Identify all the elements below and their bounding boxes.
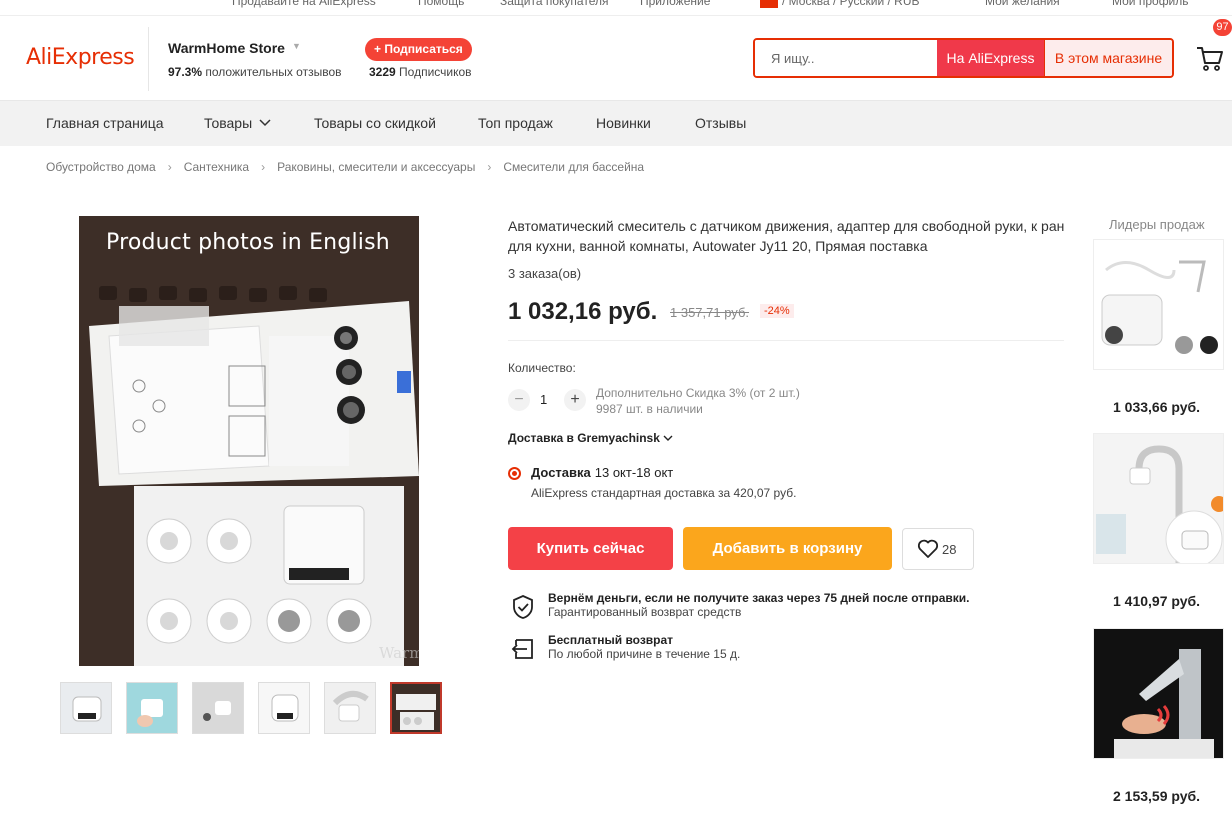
subscribe-button[interactable]: + Подписаться (365, 38, 472, 61)
thumbnail[interactable] (126, 682, 178, 734)
guarantee-title: Вернём деньги, если не получите заказ че… (548, 591, 970, 605)
ship-to-selector[interactable]: Доставка в Gremyachinsk (508, 431, 673, 445)
search-store-button[interactable]: В этом магазине (1044, 40, 1172, 76)
wishlist-count: 28 (942, 542, 957, 557)
rating-value: 97.3% (168, 65, 203, 79)
store-rating: 97.3% положительных отзывов (168, 65, 342, 79)
nav-products[interactable]: Товары (204, 115, 272, 131)
quantity-increase-button[interactable]: + (564, 389, 586, 411)
nav-products-label: Товары (204, 115, 253, 131)
sell-link[interactable]: Продавайте на AliExpress (232, 0, 376, 8)
main-product-image[interactable]: Product photos in English Warmhome (79, 216, 419, 666)
top-seller-price: 1 033,66 руб. (1113, 399, 1201, 415)
cart-icon[interactable] (1195, 43, 1225, 73)
store-nav: Главная страница Товары Товары со скидко… (0, 101, 1232, 146)
chevron-right-icon: › (261, 160, 266, 174)
thumbnail[interactable] (192, 682, 244, 734)
wishlist-link[interactable]: Мои желания (985, 0, 1060, 8)
help-link[interactable]: Помощь (418, 0, 464, 8)
top-seller-item[interactable] (1093, 628, 1224, 759)
nav-top-sales[interactable]: Топ продаж (478, 115, 553, 131)
nav-home[interactable]: Главная страница (46, 115, 164, 131)
nav-new[interactable]: Новинки (596, 115, 651, 131)
thumbnail[interactable] (258, 682, 310, 734)
nav-reviews[interactable]: Отзывы (695, 115, 746, 131)
stock-count: 9987 шт. в наличии (596, 402, 703, 416)
thumbnail[interactable] (60, 682, 112, 734)
flag-icon (760, 0, 778, 8)
product-thumbnail (1094, 240, 1223, 369)
chevron-right-icon: › (487, 160, 492, 174)
aliexpress-logo[interactable]: AliExpress (26, 45, 135, 70)
chevron-down-icon (663, 435, 673, 441)
top-seller-price: 2 153,59 руб. (1113, 788, 1201, 804)
quantity-info: Дополнительно Скидка 3% (от 2 шт.) 9987 … (596, 385, 800, 417)
guarantee-subtitle: Гарантированный возврат средств (548, 605, 742, 619)
delivery-dates: 13 окт-18 окт (594, 465, 674, 480)
top-seller-price: 1 410,97 руб. (1113, 593, 1201, 609)
gallery-overlay-text: Product photos in English (106, 230, 390, 255)
profile-link[interactable]: Мой профиль (1112, 0, 1189, 8)
return-icon (511, 639, 533, 659)
thumbnail[interactable] (324, 682, 376, 734)
subscribers: 3229 Подписчиков (369, 65, 472, 79)
product-title: Автоматический смеситель с датчиком движ… (508, 218, 1065, 254)
header-divider (148, 27, 149, 91)
heart-icon (917, 539, 939, 558)
breadcrumb-item[interactable]: Смесители для бассейна (503, 160, 644, 174)
add-to-cart-button[interactable]: Добавить в корзину (683, 527, 892, 570)
return-title: Бесплатный возврат (548, 633, 674, 647)
nav-sale[interactable]: Товары со скидкой (314, 115, 436, 131)
top-utility-bar: Продавайте на AliExpress Помощь Защита п… (0, 0, 1232, 16)
cart-count-badge: 97 (1213, 19, 1232, 36)
return-subtitle: По любой причине в течение 15 д. (548, 647, 741, 661)
product-thumbnail (1094, 629, 1223, 758)
store-name[interactable]: WarmHome Store (168, 40, 285, 56)
region-label: / Москва / Русский / RUB (782, 0, 920, 8)
delivery-radio[interactable] (508, 467, 521, 480)
search-box: На AliExpress В этом магазине (753, 38, 1174, 78)
breadcrumb-item[interactable]: Раковины, смесители и аксессуары (277, 160, 475, 174)
breadcrumb-item[interactable]: Сантехника (184, 160, 249, 174)
buy-now-button[interactable]: Купить сейчас (508, 527, 673, 570)
header: AliExpress WarmHome Store ▼ 97.3% положи… (0, 17, 1232, 101)
thumbnail-active[interactable] (390, 682, 442, 734)
subscribers-label: Подписчиков (399, 65, 472, 79)
wishlist-button[interactable] (902, 528, 974, 570)
chevron-down-icon[interactable]: ▼ (292, 41, 301, 51)
top-sellers-title: Лидеры продаж (1109, 217, 1205, 232)
old-price: 1 357,71 руб. (670, 305, 750, 320)
orders-count: 3 заказа(ов) (508, 266, 582, 281)
quantity-value[interactable]: 1 (540, 392, 547, 407)
extra-discount: Дополнительно Скидка 3% (от 2 шт.) (596, 386, 800, 400)
chevron-down-icon (259, 119, 271, 127)
top-seller-item[interactable] (1093, 433, 1224, 564)
region-selector[interactable]: / Москва / Русский / RUB (760, 0, 920, 8)
app-link[interactable]: Приложение (640, 0, 710, 8)
search-aliexpress-button[interactable]: На AliExpress (937, 40, 1044, 76)
buyer-protection-link[interactable]: Защита покупателя (500, 0, 608, 8)
product-photo (79, 216, 419, 666)
product-thumbnail (1094, 434, 1223, 563)
ship-to-label: Доставка в Gremyachinsk (508, 431, 660, 445)
quantity-decrease-button[interactable]: − (508, 389, 530, 411)
shield-check-icon (513, 595, 533, 619)
top-seller-item[interactable] (1093, 239, 1224, 370)
delivery-option: Доставка 13 окт-18 окт (531, 465, 673, 480)
breadcrumb-item[interactable]: Обустройство дома (46, 160, 156, 174)
delivery-method: AliExpress стандартная доставка за 420,0… (531, 486, 797, 500)
subscribers-count: 3229 (369, 65, 396, 79)
search-input[interactable] (755, 40, 937, 76)
quantity-label: Количество: (508, 361, 576, 375)
delivery-label: Доставка (531, 465, 591, 480)
discount-badge: -24% (760, 304, 794, 318)
breadcrumb: Обустройство дома › Сантехника › Раковины, с… (46, 160, 644, 174)
rating-label: положительных отзывов (205, 65, 342, 79)
chevron-right-icon: › (167, 160, 172, 174)
watermark-text: Warmhome (379, 644, 419, 662)
current-price: 1 032,16 руб. (508, 298, 658, 325)
divider (508, 340, 1064, 341)
